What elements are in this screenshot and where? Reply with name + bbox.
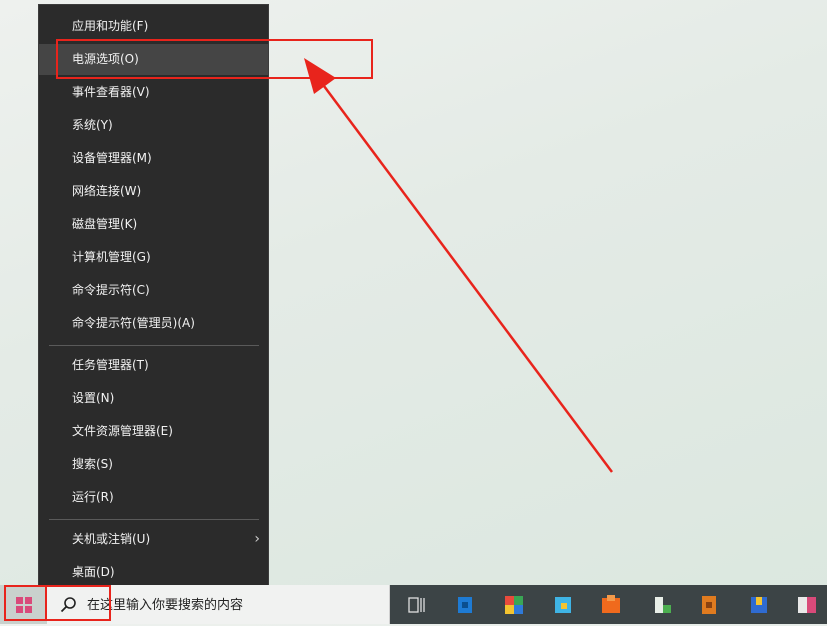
annotation-arrow	[304, 58, 614, 473]
